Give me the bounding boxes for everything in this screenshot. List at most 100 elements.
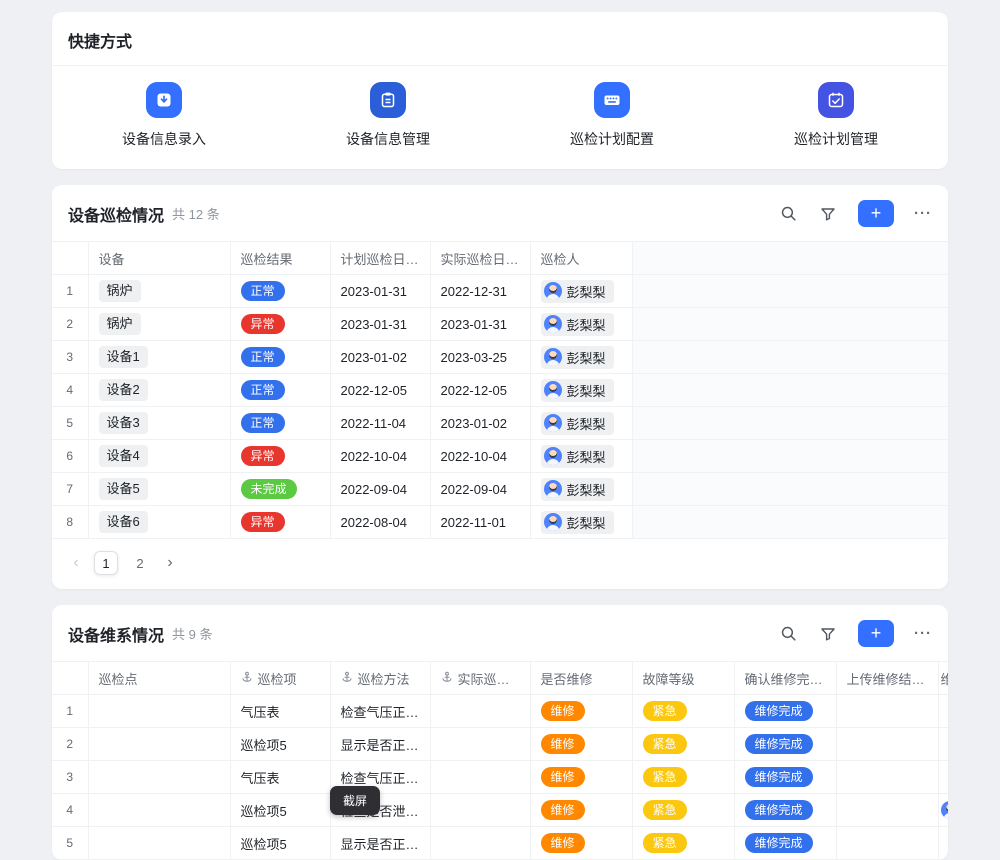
table-row[interactable]: 6 设备4 异常 2022-10-04 2022-10-04 彭梨梨	[52, 440, 948, 473]
result-cell: 正常	[230, 341, 330, 374]
table-row[interactable]: 5 巡检项5 显示是否正… 维修 紧急 维修完成	[52, 827, 948, 860]
confirm-badge: 维修完成	[745, 800, 813, 820]
shortcut-device-manage[interactable]: 设备信息管理	[276, 82, 500, 149]
plan-config-icon	[594, 82, 630, 118]
col-header-point[interactable]: 巡检点	[88, 662, 230, 695]
planned-date-cell: 2023-01-31	[330, 275, 430, 308]
level-cell: 紧急	[632, 794, 734, 827]
maintenance-count: 共 9 条	[172, 624, 212, 643]
result-cell: 未完成	[230, 473, 330, 506]
col-header-confirm[interactable]: 确认维修完…	[734, 662, 836, 695]
col-header-result[interactable]: 巡检结果	[230, 242, 330, 275]
point-cell	[88, 761, 230, 794]
table-row[interactable]: 2 巡检项5 显示是否正… 维修 紧急 维修完成	[52, 728, 948, 761]
device-chip: 设备2	[99, 379, 148, 401]
screenshot-capture-chip[interactable]: 截屏	[330, 786, 380, 815]
page-button-2[interactable]: 2	[128, 551, 152, 575]
col-header-planned[interactable]: 计划巡检日…	[330, 242, 430, 275]
col-header-inspector[interactable]: 巡检人	[530, 242, 632, 275]
point-cell	[88, 794, 230, 827]
search-icon[interactable]	[778, 204, 798, 224]
table-row[interactable]: 1 锅炉 正常 2023-01-31 2022-12-31 彭梨梨	[52, 275, 948, 308]
inspector-chip: 彭梨梨	[541, 412, 614, 435]
shortcut-device-entry[interactable]: 设备信息录入	[52, 82, 276, 149]
inspection-card-header: 设备巡检情况 共 12 条 + ···	[52, 185, 948, 241]
actual-date-cell: 2022-12-05	[430, 374, 530, 407]
item-cell: 气压表	[230, 695, 330, 728]
point-cell	[88, 827, 230, 860]
filter-icon[interactable]	[818, 624, 838, 644]
add-record-button[interactable]: +	[858, 620, 894, 647]
level-badge: 紧急	[643, 767, 687, 787]
col-label: 巡检方法	[358, 669, 410, 688]
empty-cell	[632, 374, 948, 407]
header-row: 设备 巡检结果 计划巡检日… 实际巡检日… 巡检人	[52, 242, 948, 275]
col-header-method[interactable]: 巡检方法	[330, 662, 430, 695]
avatar	[544, 513, 562, 531]
table-row[interactable]: 1 气压表 检查气压正… 维修 紧急 维修完成	[52, 695, 948, 728]
more-options-button[interactable]: ···	[914, 205, 932, 222]
col-header-level[interactable]: 故障等级	[632, 662, 734, 695]
result-cell: 异常	[230, 308, 330, 341]
planned-date-cell: 2023-01-31	[330, 308, 430, 341]
row-index: 2	[52, 728, 88, 761]
prev-page-button[interactable]: ‹	[68, 554, 84, 572]
col-header-actual[interactable]: 实际巡…	[430, 662, 530, 695]
pagination: ‹ 1 2 ›	[52, 539, 948, 589]
repair-badge: 维修	[541, 734, 585, 754]
inspector-cell: 彭梨梨	[530, 275, 632, 308]
search-icon[interactable]	[778, 624, 798, 644]
upload-cell	[836, 728, 938, 761]
level-cell: 紧急	[632, 761, 734, 794]
avatar	[544, 447, 562, 465]
confirm-badge: 维修完成	[745, 734, 813, 754]
result-badge: 异常	[241, 512, 285, 532]
page-button-1[interactable]: 1	[94, 551, 118, 575]
extra-cell	[938, 794, 948, 827]
col-label: 实际巡…	[458, 669, 510, 688]
method-cell: 检查气压正…	[330, 695, 430, 728]
table-row[interactable]: 5 设备3 正常 2022-11-04 2023-01-02 彭梨梨	[52, 407, 948, 440]
extra-cell	[938, 827, 948, 860]
inspector-name: 彭梨梨	[567, 282, 606, 301]
method-cell: 显示是否正…	[330, 827, 430, 860]
method-cell: 显示是否正…	[330, 728, 430, 761]
col-header-upload[interactable]: 上传维修结…	[836, 662, 938, 695]
filter-icon[interactable]	[818, 204, 838, 224]
inspector-name: 彭梨梨	[567, 447, 606, 466]
table-row[interactable]: 8 设备6 异常 2022-08-04 2022-11-01 彭梨梨	[52, 506, 948, 539]
result-cell: 正常	[230, 374, 330, 407]
result-cell: 正常	[230, 407, 330, 440]
table-row[interactable]: 7 设备5 未完成 2022-09-04 2022-09-04 彭梨梨	[52, 473, 948, 506]
repair-badge: 维修	[541, 701, 585, 721]
col-header-extra[interactable]: 维…	[938, 662, 948, 695]
result-badge: 异常	[241, 446, 285, 466]
table-row[interactable]: 4 设备2 正常 2022-12-05 2022-12-05 彭梨梨	[52, 374, 948, 407]
add-record-button[interactable]: +	[858, 200, 894, 227]
col-header-device[interactable]: 设备	[88, 242, 230, 275]
level-badge: 紧急	[643, 701, 687, 721]
shortcut-plan-config[interactable]: 巡检计划配置	[500, 82, 724, 149]
item-cell: 巡检项5	[230, 827, 330, 860]
actual-date-cell: 2022-12-31	[430, 275, 530, 308]
table-row[interactable]: 3 气压表 检查气压正… 维修 紧急 维修完成	[52, 761, 948, 794]
result-badge: 未完成	[241, 479, 297, 499]
table-row[interactable]: 3 设备1 正常 2023-01-02 2023-03-25 彭梨梨	[52, 341, 948, 374]
shortcut-plan-manage[interactable]: 巡检计划管理	[724, 82, 948, 149]
avatar	[544, 381, 562, 399]
more-options-button[interactable]: ···	[914, 625, 932, 642]
next-page-button[interactable]: ›	[162, 554, 178, 572]
shortcut-label: 设备信息录入	[122, 129, 206, 149]
extra-cell	[938, 761, 948, 794]
item-cell: 巡检项5	[230, 794, 330, 827]
table-row[interactable]: 4 巡检项5 检查是否泄… 维修 紧急 维修完成	[52, 794, 948, 827]
col-header-actual[interactable]: 实际巡检日…	[430, 242, 530, 275]
empty-cell	[632, 440, 948, 473]
level-badge: 紧急	[643, 734, 687, 754]
col-header-repair[interactable]: 是否维修	[530, 662, 632, 695]
maintenance-card-header: 设备维系情况 共 9 条 + ···	[52, 605, 948, 661]
table-row[interactable]: 2 锅炉 异常 2023-01-31 2023-01-31 彭梨梨	[52, 308, 948, 341]
col-header-item[interactable]: 巡检项	[230, 662, 330, 695]
device-manage-icon	[370, 82, 406, 118]
repair-cell: 维修	[530, 794, 632, 827]
